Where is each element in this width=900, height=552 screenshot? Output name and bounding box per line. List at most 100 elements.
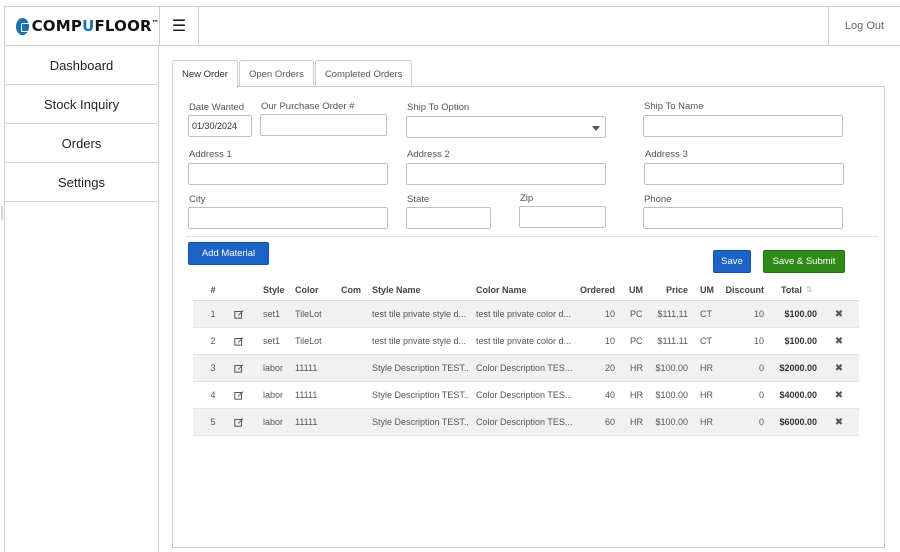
address1-label: Address 1 [189, 149, 232, 160]
row-style-name: Style Description TEST... [372, 363, 468, 373]
compufloor-logo[interactable]: COMPUFLOOR™ [5, 7, 160, 45]
close-icon: ✖ [834, 362, 844, 374]
row-discount: 0 [758, 417, 764, 427]
row-num: 2 [210, 336, 216, 346]
row-ordered: 40 [604, 390, 615, 400]
new-order-panel: Date Wanted 01/30/2024 Our Purchase Orde… [172, 86, 885, 548]
edit-icon [234, 337, 244, 346]
row-com [341, 382, 366, 408]
zip-input[interactable] [519, 206, 606, 228]
remove-row-button[interactable]: ✖ [831, 301, 847, 327]
table-row: 5 labor 11111 Style Description TEST... … [193, 409, 859, 436]
close-icon: ✖ [834, 308, 844, 320]
state-input[interactable] [406, 207, 491, 229]
date-wanted-input[interactable]: 01/30/2024 [188, 115, 252, 137]
sidebar-resize-handle[interactable] [1, 206, 3, 220]
phone-input[interactable] [643, 207, 843, 229]
col-header-discount[interactable]: Discount [721, 279, 764, 300]
row-com [341, 301, 366, 327]
row-color: 11111 [295, 363, 318, 373]
phone-label: Phone [644, 194, 672, 205]
ship-to-option-select[interactable] [406, 116, 606, 138]
sidebar-item-orders[interactable]: Orders [5, 124, 158, 163]
remove-row-button[interactable]: ✖ [831, 409, 847, 435]
row-com [341, 355, 366, 381]
po-number-input[interactable] [260, 114, 387, 136]
edit-button[interactable] [231, 382, 247, 408]
close-icon: ✖ [834, 335, 844, 347]
address1-input[interactable] [188, 163, 388, 185]
col-header-um[interactable]: UM [629, 279, 649, 300]
menu-toggle-button[interactable]: ☰ [160, 7, 199, 45]
sidebar: Dashboard Stock Inquiry Orders Settings [1, 46, 159, 552]
col-header-color-name[interactable]: Color Name [476, 279, 571, 300]
row-um2: HR [700, 390, 713, 400]
sidebar-item-stock-inquiry[interactable]: Stock Inquiry [5, 85, 158, 124]
row-um2: HR [700, 417, 713, 427]
row-price: $111.11 [657, 309, 688, 319]
row-total: $100.00 [784, 336, 817, 346]
row-ordered: 20 [604, 363, 615, 373]
sidebar-item-settings[interactable]: Settings [5, 163, 158, 202]
city-input[interactable] [188, 207, 388, 229]
row-color: 11111 [295, 390, 318, 400]
col-header-ordered[interactable]: Ordered [573, 279, 615, 300]
row-discount: 0 [758, 390, 764, 400]
address3-input[interactable] [644, 163, 844, 185]
row-discount: 10 [753, 309, 764, 319]
chevron-down-icon [592, 126, 600, 131]
col-header-total-label: Total [781, 284, 802, 295]
materials-table: # Style Color Com Style Name Color Name … [193, 279, 859, 436]
sidebar-item-dashboard[interactable]: Dashboard [5, 46, 158, 85]
ship-to-name-input[interactable] [643, 115, 843, 137]
edit-button[interactable] [231, 301, 247, 327]
row-color-name: Color Description TES... [476, 363, 572, 373]
row-total: $6000.00 [779, 417, 817, 427]
edit-button[interactable] [231, 409, 247, 435]
save-submit-button[interactable]: Save & Submit [763, 250, 845, 273]
col-header-um2[interactable]: UM [700, 279, 720, 300]
logout-button[interactable]: Log Out [828, 7, 900, 45]
tab-completed-orders[interactable]: Completed Orders [314, 60, 413, 87]
row-discount: 10 [753, 336, 764, 346]
row-um: HR [630, 417, 643, 427]
save-button[interactable]: Save [713, 250, 751, 273]
col-header-price[interactable]: Price [649, 279, 688, 300]
city-label: City [189, 194, 206, 205]
address2-label: Address 2 [407, 149, 450, 160]
ship-to-option-label: Ship To Option [407, 102, 470, 113]
logo-mark-icon [16, 17, 30, 35]
add-material-button[interactable]: Add Material [188, 242, 269, 265]
remove-row-button[interactable]: ✖ [831, 355, 847, 381]
tab-open-orders[interactable]: Open Orders [238, 60, 314, 87]
row-style-name: Style Description TEST... [372, 390, 468, 400]
edit-button[interactable] [231, 328, 247, 354]
row-num: 1 [210, 309, 216, 319]
tab-new-order[interactable]: New Order [172, 60, 238, 88]
col-header-total[interactable]: Total ⇅ [781, 279, 821, 300]
po-number-label: Our Purchase Order # [261, 101, 355, 112]
row-ordered: 10 [604, 309, 615, 319]
col-header-style[interactable]: Style [263, 279, 293, 300]
table-row: 1 set1 TileLot test tile private style d… [193, 301, 859, 328]
row-um: PC [630, 336, 643, 346]
row-style-name: test tile private style d... [372, 309, 467, 319]
edit-button[interactable] [231, 355, 247, 381]
col-header-com[interactable]: Com [341, 279, 366, 300]
address2-input[interactable] [406, 163, 606, 185]
row-style: labor [263, 417, 284, 427]
row-ordered: 60 [604, 417, 615, 427]
col-header-color[interactable]: Color [295, 279, 335, 300]
row-total: $2000.00 [779, 363, 817, 373]
edit-icon [234, 364, 244, 373]
remove-row-button[interactable]: ✖ [831, 382, 847, 408]
row-num: 3 [210, 363, 216, 373]
close-icon: ✖ [834, 416, 844, 428]
row-style-name: Style Description TEST... [372, 417, 468, 427]
date-wanted-label: Date Wanted [189, 102, 245, 113]
row-color: TileLot [295, 309, 322, 319]
logo-text: COMPUFLOOR™ [31, 17, 159, 35]
col-header-style-name[interactable]: Style Name [372, 279, 467, 300]
state-label: State [407, 194, 430, 205]
remove-row-button[interactable]: ✖ [831, 328, 847, 354]
